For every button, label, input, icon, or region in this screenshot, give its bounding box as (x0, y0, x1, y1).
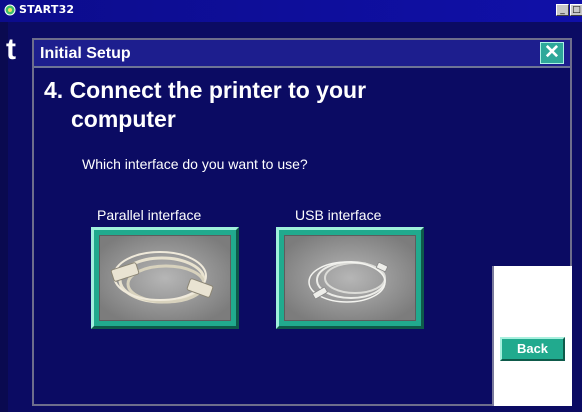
dialog-titlebar: Initial Setup ✕ (34, 40, 570, 68)
maximize-icon[interactable]: □ (570, 4, 582, 16)
dialog-title: Initial Setup (40, 45, 131, 62)
background-partial-glyph: t (6, 33, 16, 66)
usb-cable-icon (285, 236, 415, 320)
usb-interface-label: USB interface (295, 207, 382, 223)
parallel-cable-icon (100, 236, 230, 320)
usb-interface-button[interactable] (276, 227, 424, 329)
parallel-interface-button[interactable] (91, 227, 239, 329)
dialog-close-button[interactable]: ✕ (540, 42, 564, 64)
start32-app-icon (4, 4, 16, 16)
window-title: START32 (19, 3, 75, 16)
background-edge (0, 22, 8, 412)
minimize-icon[interactable]: _ (556, 4, 569, 16)
step-heading-line2: computer (71, 106, 176, 132)
step-heading: 4. Connect the printer to your computer (44, 76, 514, 134)
step-heading-line1: 4. Connect the printer to your (44, 77, 367, 103)
back-button[interactable]: Back (500, 337, 565, 361)
window-titlebar: START32 _ □ × (0, 0, 582, 22)
parallel-cable-photo (99, 235, 231, 321)
side-panel (492, 266, 572, 406)
interface-question: Which interface do you want to use? (82, 156, 308, 172)
parallel-interface-label: Parallel interface (97, 207, 202, 223)
usb-cable-photo (284, 235, 416, 321)
initial-setup-dialog: Initial Setup ✕ 4. Connect the printer t… (32, 38, 572, 406)
close-x-icon: ✕ (544, 42, 560, 63)
